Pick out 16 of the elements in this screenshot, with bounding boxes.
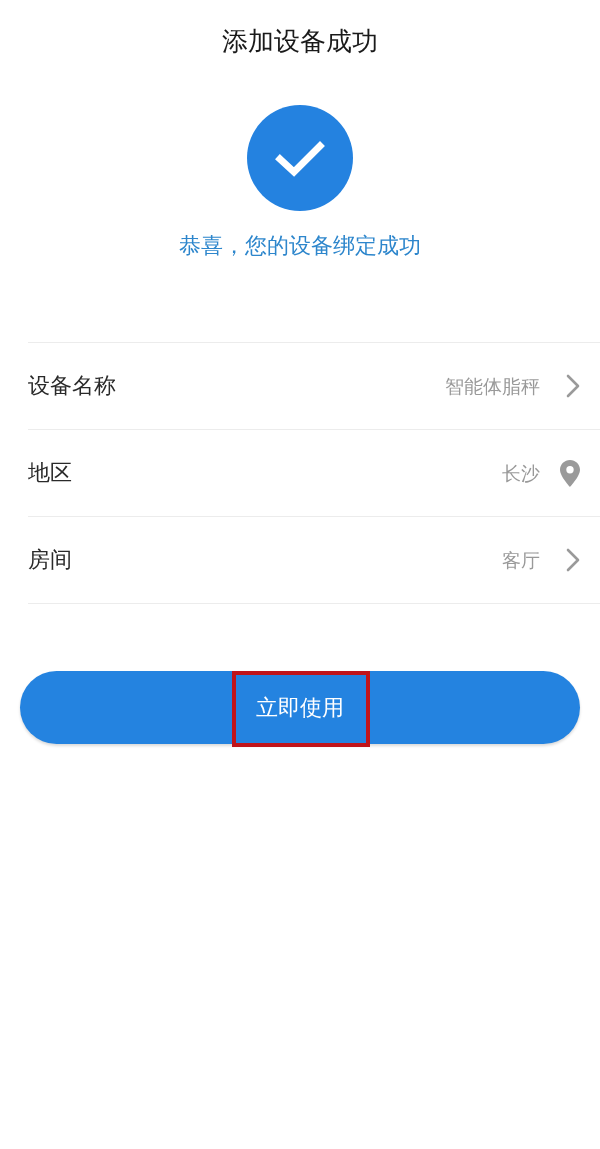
location-pin-icon xyxy=(560,459,580,487)
settings-row[interactable]: 设备名称 智能体脂秤 xyxy=(28,343,600,430)
setting-value: 智能体脂秤 xyxy=(445,376,540,396)
settings-row[interactable]: 地区 长沙 xyxy=(28,430,600,517)
use-now-button[interactable]: 立即使用 xyxy=(20,671,580,744)
page-title: 添加设备成功 xyxy=(222,28,378,54)
setting-value: 长沙 xyxy=(502,463,540,483)
setting-label: 房间 xyxy=(28,549,72,571)
checkmark-circle-icon xyxy=(247,105,353,211)
success-message: 恭喜，您的设备绑定成功 xyxy=(179,235,421,257)
setting-label: 设备名称 xyxy=(28,375,116,397)
chevron-right-icon xyxy=(566,374,580,398)
setting-value: 客厅 xyxy=(502,550,540,570)
settings-row[interactable]: 房间 客厅 xyxy=(28,517,600,604)
chevron-right-icon xyxy=(566,548,580,572)
setting-label: 地区 xyxy=(28,462,72,484)
